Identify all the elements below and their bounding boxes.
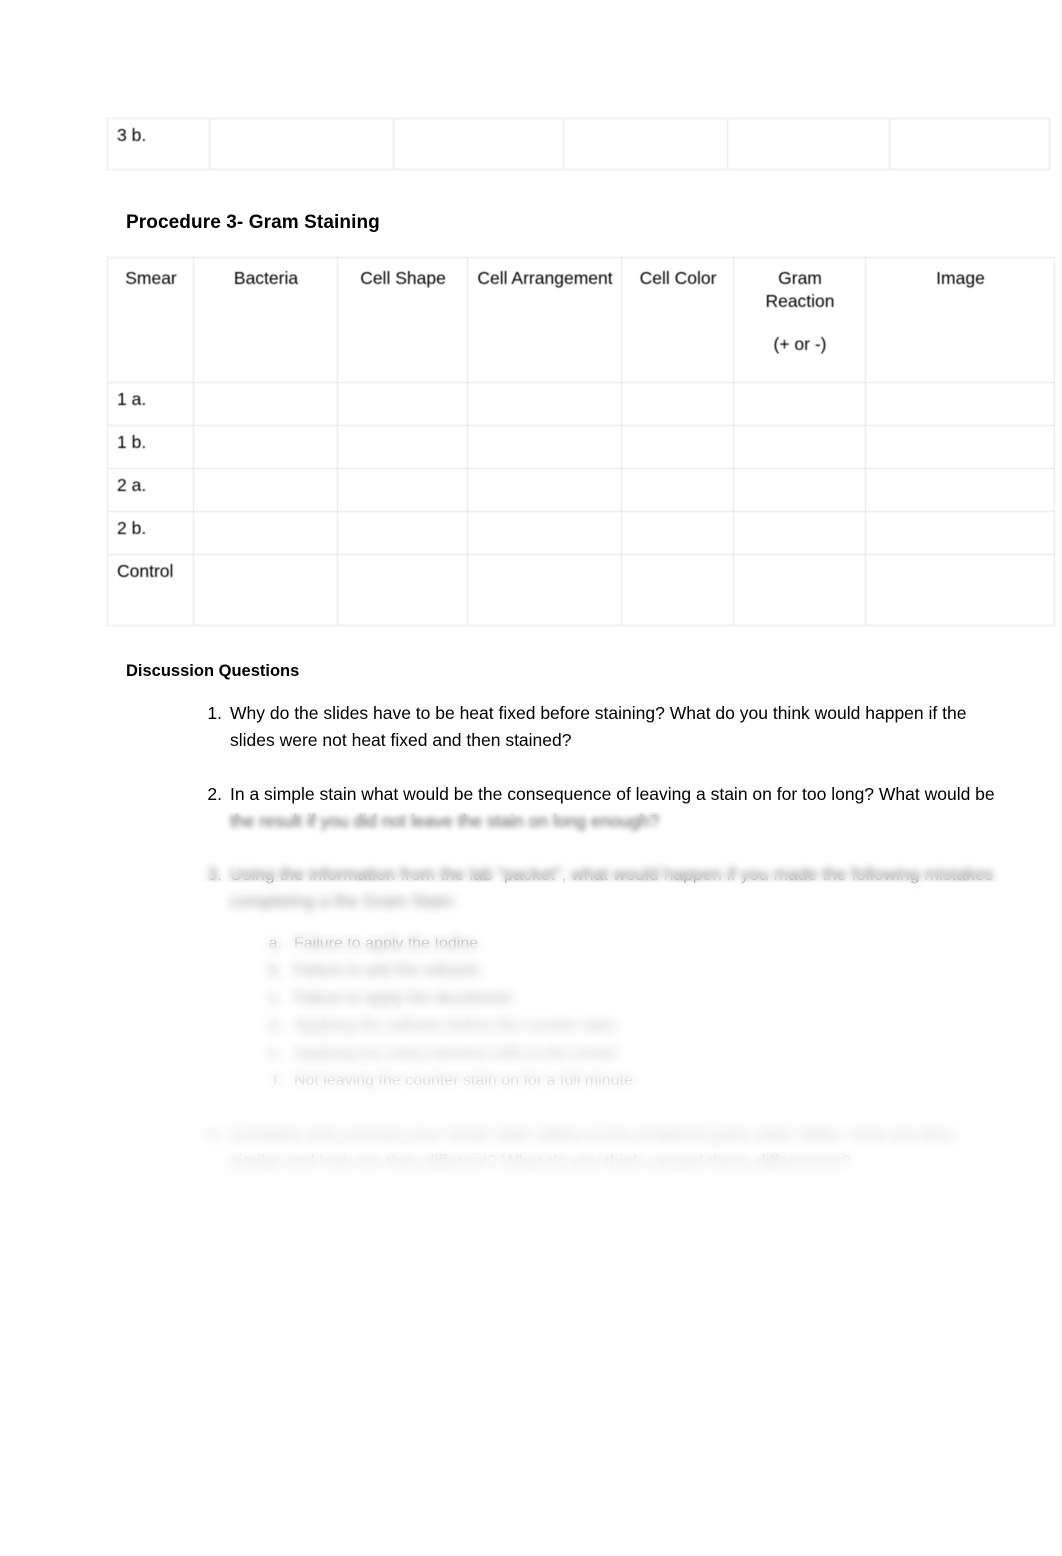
table-cell[interactable]: [393, 118, 564, 170]
table-header-row: Smear Bacteria Cell Shape Cell Arrangeme…: [107, 257, 1055, 383]
table-cell[interactable]: [193, 554, 338, 626]
table-row: 2 b.: [107, 511, 1055, 555]
column-header-smear: Smear: [107, 257, 194, 383]
table-row-label: 2 b.: [107, 511, 194, 555]
table-cell[interactable]: [727, 118, 890, 170]
question-number: 2.: [207, 783, 222, 804]
sublist-item-marker: d.: [268, 1017, 282, 1035]
table-cell[interactable]: [865, 382, 1055, 426]
table-row: 3 b.: [107, 118, 1050, 170]
sublist-item-marker: e.: [268, 1044, 282, 1062]
continuation-table: 3 b.: [107, 118, 1050, 170]
table-row: 1 a.: [107, 382, 1055, 426]
question-text: In a simple stain what would be the cons…: [230, 783, 995, 831]
table-cell[interactable]: [467, 554, 622, 626]
question-item: 1. Why do the slides have to be heat fix…: [166, 700, 996, 755]
question-number: 1.: [207, 703, 222, 723]
table-cell[interactable]: [467, 382, 622, 426]
document-page: 3 b. Procedure 3- Gram Staining Smear Ba…: [0, 0, 1062, 1556]
sublist-item-marker: f.: [273, 1072, 282, 1090]
table-row: 2 a.: [107, 468, 1055, 512]
procedure-heading: Procedure 3- Gram Staining: [126, 212, 380, 233]
blur-overlay-band: [0, 1212, 1062, 1272]
table-row-label: Control: [107, 554, 194, 626]
question-item: 2. In a simple stain what would be the c…: [166, 781, 996, 836]
table-cell[interactable]: [621, 425, 734, 469]
question-number: 3.: [207, 864, 222, 885]
sublist-item: f. Not leaving the counter stain on for …: [264, 1067, 996, 1095]
table-cell[interactable]: [193, 511, 338, 555]
table-row: Control: [107, 554, 1055, 626]
table-cell[interactable]: [733, 554, 866, 626]
column-header-cell-arrangement: Cell Arrangement: [467, 257, 622, 383]
table-cell[interactable]: [337, 554, 468, 626]
table-cell[interactable]: [467, 425, 622, 469]
sublist-item: e. Applying too many bacteria cells to t…: [264, 1040, 996, 1068]
question-item: 4. Compare and contrast your Gram stain …: [166, 1121, 996, 1176]
table-cell[interactable]: [733, 511, 866, 555]
table-cell[interactable]: [865, 425, 1055, 469]
table-cell[interactable]: [193, 382, 338, 426]
table-cell[interactable]: [621, 511, 734, 555]
column-header-cell-color: Cell Color: [621, 257, 734, 383]
table-cell[interactable]: [337, 511, 468, 555]
table-cell[interactable]: [733, 425, 866, 469]
sublist-item-text: Applying the safranin before the counter…: [294, 1017, 616, 1035]
column-header-image: Image: [865, 257, 1055, 383]
table-cell[interactable]: [621, 382, 734, 426]
table-cell[interactable]: [865, 468, 1055, 512]
gram-reaction-label: Gram Reaction: [765, 268, 835, 311]
sublist-item: b. Failure to add the safranin: [264, 957, 996, 985]
sublist-item-marker: c.: [269, 989, 282, 1007]
table-cell[interactable]: [865, 511, 1055, 555]
table-row-label: 1 a.: [107, 382, 194, 426]
table-cell[interactable]: [337, 425, 468, 469]
column-header-gram-reaction: Gram Reaction (+ or -): [733, 257, 866, 383]
sublist-item-marker: b.: [268, 962, 282, 980]
sublist-item-text: Not leaving the counter stain on for a f…: [294, 1072, 633, 1090]
question-number: 4.: [207, 1123, 222, 1144]
sublist-item-text: Failure to add the safranin: [294, 962, 480, 980]
table-cell[interactable]: [733, 382, 866, 426]
sublist-item-text: Applying too many bacteria cells to the …: [294, 1044, 617, 1062]
table-cell[interactable]: [563, 118, 728, 170]
table-cell[interactable]: [193, 468, 338, 512]
question-text: Compare and contrast your Gram stain sli…: [230, 1123, 955, 1172]
sublist-item-text: Failure to apply the decolorizer: [294, 989, 513, 1007]
question-text: Why do the slides have to be heat fixed …: [230, 703, 967, 751]
sublist-item-marker: a.: [268, 934, 282, 952]
table-cell[interactable]: [209, 118, 394, 170]
table-cell[interactable]: [337, 468, 468, 512]
table-cell[interactable]: [337, 382, 468, 426]
question-item: 3. Using the information from the lab "p…: [166, 861, 996, 1095]
sublist-item-text: Failure to apply the Iodine: [294, 934, 479, 952]
discussion-questions-heading: Discussion Questions: [126, 662, 300, 680]
table-cell[interactable]: [467, 468, 622, 512]
table-cell[interactable]: [467, 511, 622, 555]
gram-staining-table: Smear Bacteria Cell Shape Cell Arrangeme…: [107, 257, 1055, 626]
table-row-label: 3 b.: [107, 118, 210, 170]
sublist-item: a. Failure to apply the Iodine: [264, 930, 996, 958]
sublist-item: c. Failure to apply the decolorizer: [264, 985, 996, 1013]
table-cell[interactable]: [621, 554, 734, 626]
discussion-questions-list: 1. Why do the slides have to be heat fix…: [126, 700, 996, 1201]
question-sublist: a. Failure to apply the Iodine b. Failur…: [230, 930, 996, 1095]
table-cell[interactable]: [865, 554, 1055, 626]
gram-reaction-note: (+ or -): [773, 333, 827, 354]
table-cell[interactable]: [621, 468, 734, 512]
table-cell[interactable]: [889, 118, 1050, 170]
table-cell[interactable]: [733, 468, 866, 512]
question-text: Using the information from the lab "pack…: [230, 864, 994, 912]
sublist-item: d. Applying the safranin before the coun…: [264, 1012, 996, 1040]
table-row: 1 b.: [107, 425, 1055, 469]
column-header-bacteria: Bacteria: [193, 257, 338, 383]
table-cell[interactable]: [193, 425, 338, 469]
table-row-label: 1 b.: [107, 425, 194, 469]
column-header-cell-shape: Cell Shape: [337, 257, 468, 383]
table-row-label: 2 a.: [107, 468, 194, 512]
